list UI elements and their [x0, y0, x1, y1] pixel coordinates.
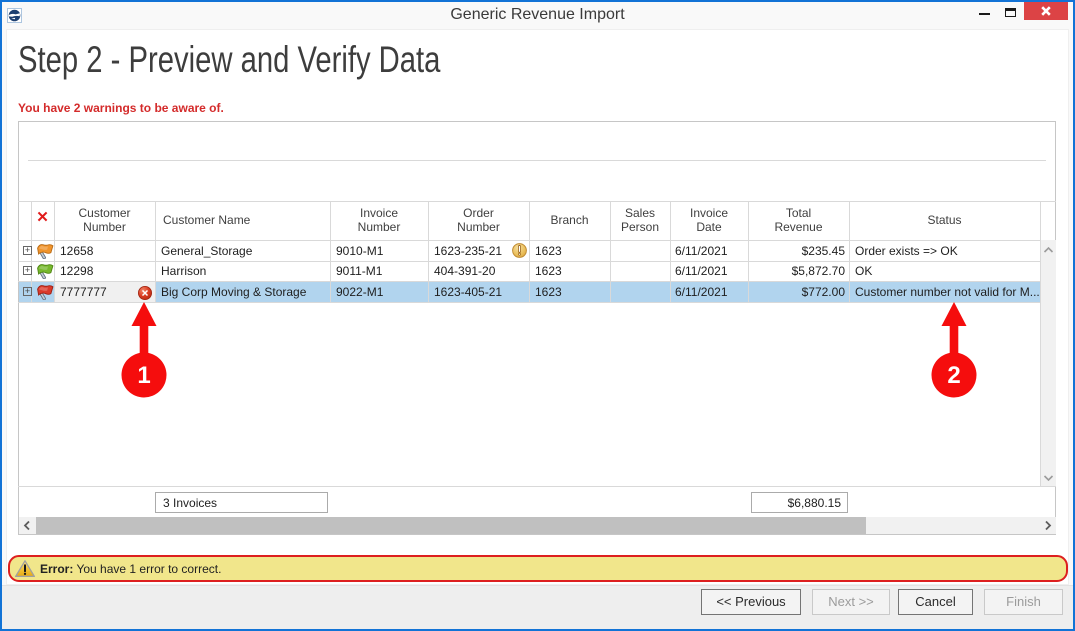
svg-text:2: 2 — [947, 362, 960, 389]
svg-text:1: 1 — [137, 362, 150, 389]
